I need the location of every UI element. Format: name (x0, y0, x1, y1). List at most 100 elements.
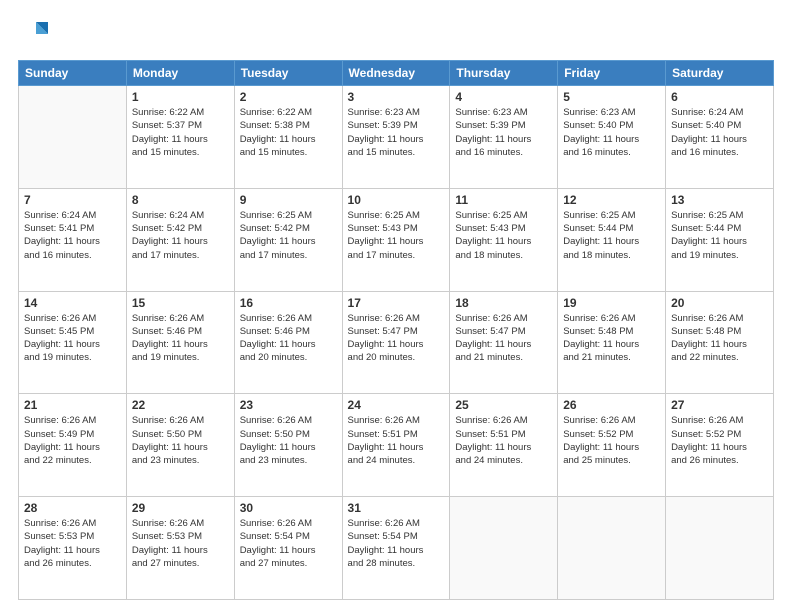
day-number: 1 (132, 90, 229, 104)
weekday-header-thursday: Thursday (450, 61, 558, 86)
day-number: 14 (24, 296, 121, 310)
day-number: 15 (132, 296, 229, 310)
day-info: Sunrise: 6:23 AMSunset: 5:40 PMDaylight:… (563, 106, 660, 159)
day-number: 19 (563, 296, 660, 310)
weekday-header-monday: Monday (126, 61, 234, 86)
day-info: Sunrise: 6:26 AMSunset: 5:50 PMDaylight:… (132, 414, 229, 467)
day-info: Sunrise: 6:22 AMSunset: 5:37 PMDaylight:… (132, 106, 229, 159)
day-info: Sunrise: 6:25 AMSunset: 5:44 PMDaylight:… (563, 209, 660, 262)
day-info: Sunrise: 6:26 AMSunset: 5:52 PMDaylight:… (671, 414, 768, 467)
day-info: Sunrise: 6:26 AMSunset: 5:53 PMDaylight:… (132, 517, 229, 570)
calendar-cell: 8 Sunrise: 6:24 AMSunset: 5:42 PMDaylight… (126, 188, 234, 291)
calendar-cell: 19 Sunrise: 6:26 AMSunset: 5:48 PMDayligh… (558, 291, 666, 394)
day-number: 13 (671, 193, 768, 207)
calendar-cell: 27 Sunrise: 6:26 AMSunset: 5:52 PMDayligh… (666, 394, 774, 497)
day-info: Sunrise: 6:25 AMSunset: 5:42 PMDaylight:… (240, 209, 337, 262)
week-row-2: 7 Sunrise: 6:24 AMSunset: 5:41 PMDaylight… (19, 188, 774, 291)
calendar-cell: 6 Sunrise: 6:24 AMSunset: 5:40 PMDaylight… (666, 86, 774, 189)
weekday-header-tuesday: Tuesday (234, 61, 342, 86)
day-number: 23 (240, 398, 337, 412)
calendar-cell: 2 Sunrise: 6:22 AMSunset: 5:38 PMDaylight… (234, 86, 342, 189)
calendar-cell: 1 Sunrise: 6:22 AMSunset: 5:37 PMDaylight… (126, 86, 234, 189)
day-info: Sunrise: 6:24 AMSunset: 5:42 PMDaylight:… (132, 209, 229, 262)
calendar-cell: 24 Sunrise: 6:26 AMSunset: 5:51 PMDayligh… (342, 394, 450, 497)
header (18, 18, 774, 50)
day-info: Sunrise: 6:23 AMSunset: 5:39 PMDaylight:… (348, 106, 445, 159)
day-info: Sunrise: 6:26 AMSunset: 5:47 PMDaylight:… (348, 312, 445, 365)
calendar-cell (450, 497, 558, 600)
day-number: 22 (132, 398, 229, 412)
day-number: 12 (563, 193, 660, 207)
day-info: Sunrise: 6:26 AMSunset: 5:48 PMDaylight:… (671, 312, 768, 365)
day-number: 25 (455, 398, 552, 412)
calendar-cell (19, 86, 127, 189)
day-number: 6 (671, 90, 768, 104)
week-row-1: 1 Sunrise: 6:22 AMSunset: 5:37 PMDaylight… (19, 86, 774, 189)
calendar-cell: 25 Sunrise: 6:26 AMSunset: 5:51 PMDayligh… (450, 394, 558, 497)
calendar-cell: 15 Sunrise: 6:26 AMSunset: 5:46 PMDayligh… (126, 291, 234, 394)
day-info: Sunrise: 6:26 AMSunset: 5:51 PMDaylight:… (455, 414, 552, 467)
day-info: Sunrise: 6:26 AMSunset: 5:49 PMDaylight:… (24, 414, 121, 467)
day-number: 24 (348, 398, 445, 412)
calendar-cell: 20Sunrise: 6:26 AMSunset: 5:48 PMDayligh… (666, 291, 774, 394)
day-number: 27 (671, 398, 768, 412)
day-info: Sunrise: 6:22 AMSunset: 5:38 PMDaylight:… (240, 106, 337, 159)
day-info: Sunrise: 6:26 AMSunset: 5:51 PMDaylight:… (348, 414, 445, 467)
day-number: 9 (240, 193, 337, 207)
calendar-cell (558, 497, 666, 600)
calendar-cell: 26 Sunrise: 6:26 AMSunset: 5:52 PMDayligh… (558, 394, 666, 497)
day-number: 10 (348, 193, 445, 207)
calendar-cell: 23 Sunrise: 6:26 AMSunset: 5:50 PMDayligh… (234, 394, 342, 497)
calendar: SundayMondayTuesdayWednesdayThursdayFrid… (18, 60, 774, 600)
calendar-cell: 11 Sunrise: 6:25 AMSunset: 5:43 PMDayligh… (450, 188, 558, 291)
calendar-cell: 21 Sunrise: 6:26 AMSunset: 5:49 PMDayligh… (19, 394, 127, 497)
day-info: Sunrise: 6:25 AMSunset: 5:44 PMDaylight:… (671, 209, 768, 262)
day-info: Sunrise: 6:24 AMSunset: 5:40 PMDaylight:… (671, 106, 768, 159)
calendar-cell: 18 Sunrise: 6:26 AMSunset: 5:47 PMDayligh… (450, 291, 558, 394)
calendar-cell: 22 Sunrise: 6:26 AMSunset: 5:50 PMDayligh… (126, 394, 234, 497)
day-number: 21 (24, 398, 121, 412)
day-number: 17 (348, 296, 445, 310)
day-number: 3 (348, 90, 445, 104)
day-number: 16 (240, 296, 337, 310)
week-row-5: 28Sunrise: 6:26 AMSunset: 5:53 PMDayligh… (19, 497, 774, 600)
day-info: Sunrise: 6:25 AMSunset: 5:43 PMDaylight:… (455, 209, 552, 262)
calendar-cell: 14 Sunrise: 6:26 AMSunset: 5:45 PMDayligh… (19, 291, 127, 394)
day-info: Sunrise: 6:26 AMSunset: 5:54 PMDaylight:… (348, 517, 445, 570)
week-row-3: 14 Sunrise: 6:26 AMSunset: 5:45 PMDayligh… (19, 291, 774, 394)
day-number: 4 (455, 90, 552, 104)
day-info: Sunrise: 6:26 AMSunset: 5:48 PMDaylight:… (563, 312, 660, 365)
day-number: 29 (132, 501, 229, 515)
day-info: Sunrise: 6:26 AMSunset: 5:46 PMDaylight:… (240, 312, 337, 365)
calendar-cell: 10Sunrise: 6:25 AMSunset: 5:43 PMDayligh… (342, 188, 450, 291)
calendar-cell (666, 497, 774, 600)
week-row-4: 21 Sunrise: 6:26 AMSunset: 5:49 PMDayligh… (19, 394, 774, 497)
calendar-cell: 13 Sunrise: 6:25 AMSunset: 5:44 PMDayligh… (666, 188, 774, 291)
calendar-cell: 7 Sunrise: 6:24 AMSunset: 5:41 PMDaylight… (19, 188, 127, 291)
day-info: Sunrise: 6:24 AMSunset: 5:41 PMDaylight:… (24, 209, 121, 262)
weekday-header-wednesday: Wednesday (342, 61, 450, 86)
calendar-cell: 31Sunrise: 6:26 AMSunset: 5:54 PMDayligh… (342, 497, 450, 600)
day-number: 11 (455, 193, 552, 207)
day-number: 2 (240, 90, 337, 104)
page: SundayMondayTuesdayWednesdayThursdayFrid… (0, 0, 792, 612)
day-info: Sunrise: 6:26 AMSunset: 5:54 PMDaylight:… (240, 517, 337, 570)
weekday-header-sunday: Sunday (19, 61, 127, 86)
calendar-cell: 17 Sunrise: 6:26 AMSunset: 5:47 PMDayligh… (342, 291, 450, 394)
day-info: Sunrise: 6:26 AMSunset: 5:52 PMDaylight:… (563, 414, 660, 467)
day-number: 7 (24, 193, 121, 207)
day-info: Sunrise: 6:23 AMSunset: 5:39 PMDaylight:… (455, 106, 552, 159)
day-number: 18 (455, 296, 552, 310)
day-number: 26 (563, 398, 660, 412)
day-info: Sunrise: 6:26 AMSunset: 5:45 PMDaylight:… (24, 312, 121, 365)
day-number: 8 (132, 193, 229, 207)
day-number: 5 (563, 90, 660, 104)
day-info: Sunrise: 6:26 AMSunset: 5:47 PMDaylight:… (455, 312, 552, 365)
calendar-cell: 30Sunrise: 6:26 AMSunset: 5:54 PMDayligh… (234, 497, 342, 600)
day-info: Sunrise: 6:26 AMSunset: 5:46 PMDaylight:… (132, 312, 229, 365)
calendar-cell: 29 Sunrise: 6:26 AMSunset: 5:53 PMDayligh… (126, 497, 234, 600)
day-info: Sunrise: 6:26 AMSunset: 5:50 PMDaylight:… (240, 414, 337, 467)
weekday-header-friday: Friday (558, 61, 666, 86)
logo-icon (18, 18, 50, 50)
calendar-cell: 16 Sunrise: 6:26 AMSunset: 5:46 PMDayligh… (234, 291, 342, 394)
